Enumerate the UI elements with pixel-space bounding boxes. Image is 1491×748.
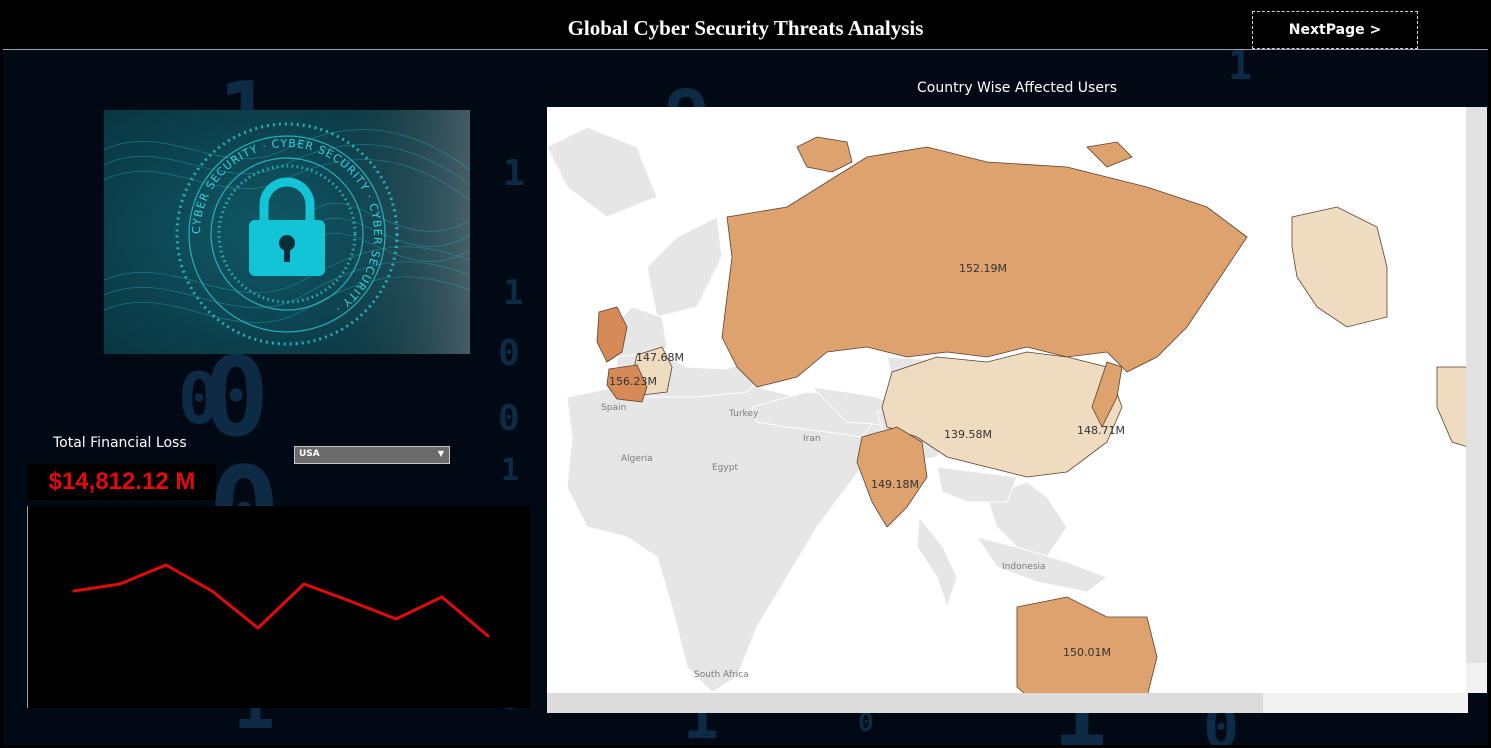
line-chart-svg xyxy=(72,563,490,638)
country-label: Turkey xyxy=(728,409,759,419)
loss-trend-line xyxy=(73,563,489,638)
value-label: 148.71M xyxy=(1077,424,1125,437)
value-label: 147.68M xyxy=(636,351,684,364)
value-label: 156.23M xyxy=(609,375,657,388)
country-label: South Africa xyxy=(694,670,749,680)
cyber-security-image: CYBER SECURITY · CYBER SECURITY · CYBER … xyxy=(104,110,470,354)
financial-loss-label: Total Financial Loss xyxy=(53,435,187,451)
map-scroll-corner xyxy=(1466,663,1487,693)
dashboard-frame: 1 0 0 0 0 0 1 0 9 1 1 1 0 1 0 1 1 Global… xyxy=(3,3,1488,745)
line-point xyxy=(72,589,76,593)
map-title: Country Wise Affected Users xyxy=(916,80,1118,96)
map-horizontal-scroll-thumb[interactable] xyxy=(547,693,1263,713)
value-label: 149.18M xyxy=(871,478,919,491)
country-label: Algeria xyxy=(621,454,653,464)
financial-loss-value: $14,812.12 M xyxy=(28,464,216,500)
country-map[interactable]: Spain Turkey Iran Algeria Egypt Indonesi… xyxy=(547,107,1468,713)
country-label: Indonesia xyxy=(1002,562,1046,572)
line-point xyxy=(210,589,214,593)
line-point xyxy=(440,595,444,599)
country-label: Egypt xyxy=(712,463,738,473)
line-point xyxy=(486,634,490,638)
value-label: 139.58M xyxy=(944,428,992,441)
line-point xyxy=(394,617,398,621)
chevron-down-icon[interactable]: ▼ xyxy=(438,449,444,458)
padlock-hero-graphic: CYBER SECURITY · CYBER SECURITY · CYBER … xyxy=(104,110,470,354)
country-filter-dropdown[interactable]: USA ▼ xyxy=(294,446,450,464)
header-bar: Global Cyber Security Threats Analysis N… xyxy=(3,3,1488,50)
line-point xyxy=(348,599,352,603)
line-point xyxy=(164,563,168,567)
country-label: Spain xyxy=(601,403,626,413)
line-point xyxy=(302,582,306,586)
value-label: 150.01M xyxy=(1063,646,1111,659)
value-label: 152.19M xyxy=(959,262,1007,275)
country-filter-value: USA xyxy=(299,449,320,459)
line-point xyxy=(118,582,122,586)
next-page-button[interactable]: NextPage > xyxy=(1252,11,1418,49)
map-vertical-scrollbar[interactable] xyxy=(1466,107,1487,663)
financial-loss-line-chart xyxy=(27,506,530,708)
world-map-svg: Spain Turkey Iran Algeria Egypt Indonesi… xyxy=(547,107,1468,713)
line-point xyxy=(256,626,260,630)
country-label: Iran xyxy=(803,434,821,444)
